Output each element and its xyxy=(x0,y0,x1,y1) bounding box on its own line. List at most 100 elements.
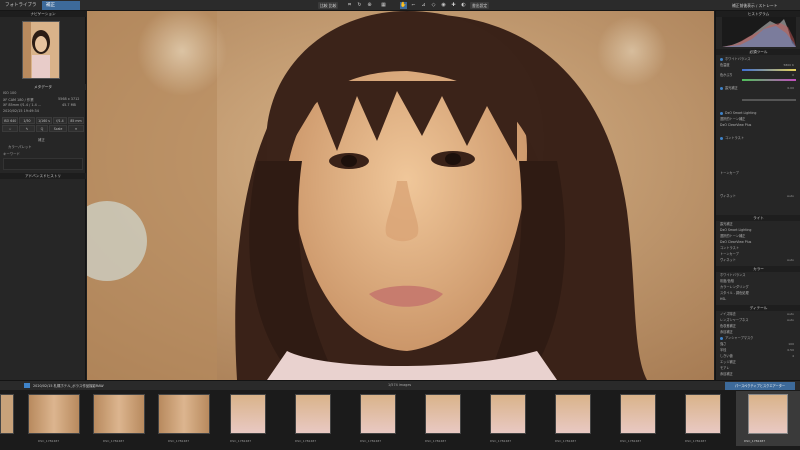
light-header[interactable]: ライト xyxy=(716,215,800,221)
close-icon[interactable]: ✕ xyxy=(68,125,84,132)
essential-tools-header[interactable]: 必須ツール xyxy=(716,49,800,55)
grid-icon[interactable]: ▦ xyxy=(380,2,387,9)
export-settings-button[interactable]: 書出設定 xyxy=(470,2,490,9)
rotate-icon[interactable]: ↻ xyxy=(356,2,363,9)
enabled-dot xyxy=(720,86,723,90)
navigator-header[interactable]: ナビゲーション xyxy=(0,11,86,17)
detail-row-noise[interactable]: ノイズ除去 Auto xyxy=(720,312,798,317)
exif-line-2: XF 85mm f/1.4 / 1.4 ... xyxy=(3,103,42,107)
exif-line-1: XF CAM 180 / 作業 xyxy=(3,98,34,102)
thumbnail-image xyxy=(425,394,461,434)
tint-slider[interactable] xyxy=(742,79,796,81)
light-row-smart-lighting[interactable]: DxO Smart Lighting xyxy=(720,228,798,233)
row-tone-curve[interactable]: トーンカーブ xyxy=(720,171,798,176)
thumbnail-image xyxy=(230,394,266,434)
light-row-clearview[interactable]: DxO ClearView Plus xyxy=(720,240,798,245)
folder-path[interactable]: 2020/02/15 札幌ホテル_ポラス作品撮影RAW xyxy=(33,383,104,388)
row-tint[interactable]: 色かぶり 0 xyxy=(720,73,798,78)
detail-header[interactable]: ディテール xyxy=(716,305,800,311)
light-row-contrast[interactable]: コントラスト xyxy=(720,246,798,251)
thumbnail[interactable]: DSC_1782487 xyxy=(425,394,461,444)
light-row-exposure[interactable]: 露光補正 xyxy=(720,222,798,227)
thumbnail[interactable]: DSC_1782487 xyxy=(158,394,210,444)
color-row-hsl[interactable]: HSL xyxy=(720,297,798,302)
detail-row-lens-sharpness[interactable]: レンズシャープネス Auto xyxy=(720,318,798,323)
detail-row-radius[interactable]: 半径 0.50 xyxy=(720,348,798,353)
hand-tool-icon[interactable]: ✋ xyxy=(400,2,407,9)
navigator-thumbnail[interactable] xyxy=(22,21,60,79)
color-row-rendering[interactable]: カラーレンダリング xyxy=(720,285,798,290)
detail-row-edge[interactable]: エッジ補正 xyxy=(720,360,798,365)
keyword-field[interactable] xyxy=(3,158,83,170)
thumbnail[interactable]: DSC_1782487 xyxy=(685,394,721,444)
row-white-balance[interactable]: ホワイトバランス xyxy=(720,57,798,62)
repair-tool-icon[interactable]: ✚ xyxy=(450,2,457,9)
zoom-icon[interactable]: ⊕ xyxy=(366,2,373,9)
color-header[interactable]: カラー xyxy=(716,266,800,272)
history-header[interactable]: アドバンスドヒストリ xyxy=(0,173,86,179)
main-photo xyxy=(87,11,714,380)
meta-aperture-button[interactable]: f/1.4 xyxy=(53,117,67,124)
horizon-tool-icon[interactable]: ⊿ xyxy=(420,2,427,9)
row-contrast[interactable]: コントラスト xyxy=(720,136,798,141)
thumbnail[interactable]: DSC_1782487 xyxy=(555,394,591,444)
light-row-tone-curve[interactable]: トーンカーブ xyxy=(720,252,798,257)
left-panel: ナビゲーション メタデータ ISO 100 XF CAM 180 / 作業 XF… xyxy=(0,11,86,380)
compare-button[interactable]: 比較 比較 xyxy=(318,2,339,9)
row-clearview[interactable]: DxO ClearView Plus xyxy=(720,123,798,128)
color-row-saturation[interactable]: 彩度/色相 xyxy=(720,279,798,284)
row-vignette[interactable]: ヴィネット Auto xyxy=(720,194,798,199)
detail-row-threshold[interactable]: しきい値 4 xyxy=(720,354,798,359)
thumbnail-image xyxy=(28,394,80,434)
temperature-slider[interactable] xyxy=(742,69,796,71)
before-after-toggle[interactable]: 補正前後表示 / ストレート xyxy=(730,2,779,9)
redeye-tool-icon[interactable]: ◉ xyxy=(440,2,447,9)
detail-row-redeye-2[interactable]: 赤目補正 xyxy=(720,372,798,377)
perspective-button[interactable]: パースペクティブとスクエアーター xyxy=(725,382,795,390)
thumbnail-selected[interactable]: DSC_1782487 xyxy=(736,391,800,446)
row-selective-tone[interactable]: 選択的トーン補正 xyxy=(720,117,798,122)
scale-button[interactable]: Scale xyxy=(49,125,67,132)
tab-photo-library[interactable]: フォトライブラリ xyxy=(1,1,41,17)
exposure-slider[interactable] xyxy=(742,99,796,101)
detail-row-chromatic[interactable]: 色収差補正 xyxy=(720,324,798,329)
thumbnail-image xyxy=(93,394,145,434)
detail-row-redeye[interactable]: 赤目補正 xyxy=(720,330,798,335)
tab-customize[interactable]: 補正 xyxy=(42,1,80,10)
meta-speed-button[interactable]: 1/160 s xyxy=(36,117,52,124)
thumbnail[interactable]: DSC_1782487 xyxy=(295,394,331,444)
color-row-white-balance[interactable]: ホワイトバランス xyxy=(720,273,798,278)
row-smart-lighting[interactable]: DxO Smart Lighting xyxy=(720,111,798,116)
color-row-style[interactable]: スタイル - 調色処理 xyxy=(720,291,798,296)
detail-row-unsharp[interactable]: アンシャープマスク xyxy=(720,336,798,341)
crop-tool-icon[interactable]: ⌐ xyxy=(410,2,417,9)
local-adjust-icon[interactable]: ◐ xyxy=(460,2,467,9)
image-viewer[interactable] xyxy=(87,11,714,380)
keyword-label[interactable]: キーワード xyxy=(3,151,20,156)
thumbnail[interactable]: DSC_1782487 xyxy=(93,394,145,444)
detail-row-moire[interactable]: モアレ xyxy=(720,366,798,371)
meta-shutter-button[interactable]: 1/50 xyxy=(19,117,35,124)
search-icon[interactable]: Ｑ xyxy=(36,125,48,132)
thumbnail[interactable] xyxy=(0,394,14,444)
star-icon[interactable]: ☆ xyxy=(2,125,18,132)
meta-iso-button[interactable]: ISO 640 xyxy=(2,117,18,124)
row-exposure[interactable]: 露光補正 0.00 xyxy=(720,86,798,91)
row-temperature[interactable]: 色温度 5800 K xyxy=(720,63,798,68)
perspective-tool-icon[interactable]: ◇ xyxy=(430,2,437,9)
thumbnail[interactable]: DSC_1782487 xyxy=(620,394,656,444)
thumbnail[interactable]: DSC_1782487 xyxy=(230,394,266,444)
thumbnail[interactable]: DSC_1782487 xyxy=(360,394,396,444)
right-panel: ヒストグラム 必須ツール ホワイトバランス 色温度 5800 K 色かぶり 0 露光… xyxy=(715,11,800,380)
crop-icon[interactable]: ⌗ xyxy=(346,2,353,9)
thumbnail[interactable]: DSC_1782487 xyxy=(28,394,80,444)
metadata-header[interactable]: メタデータ xyxy=(0,84,86,90)
light-row-vignette[interactable]: ヴィネット Auto xyxy=(720,258,798,263)
meta-focal-button[interactable]: 85 mm xyxy=(68,117,84,124)
detail-row-strength[interactable]: 強さ 100 xyxy=(720,342,798,347)
light-row-selective-tone[interactable]: 選択的トーン補正 xyxy=(720,234,798,239)
thumbnail[interactable]: DSC_1782487 xyxy=(490,394,526,444)
enabled-dot xyxy=(720,336,723,340)
edit-icon[interactable]: ✎ xyxy=(19,125,35,132)
enabled-dot xyxy=(720,57,723,61)
